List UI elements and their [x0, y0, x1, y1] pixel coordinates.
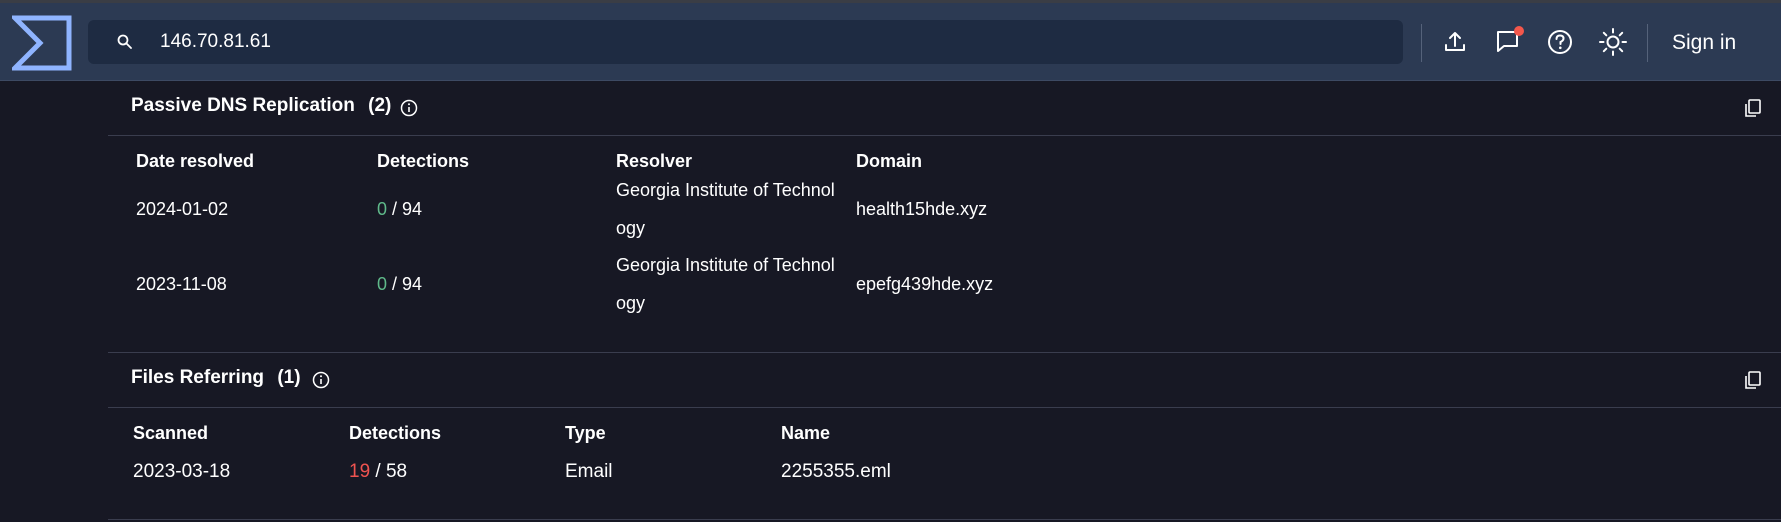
column-header-detections: Detections: [349, 423, 442, 443]
column-header-date-resolved: Date resolved: [136, 151, 255, 171]
section-count: (2): [368, 95, 392, 116]
resolver-cell-line: Georgia Institute of Technol: [616, 255, 835, 275]
section-title: Files Referring (1): [131, 367, 301, 389]
sign-in-button[interactable]: Sign in: [1672, 25, 1736, 61]
notification-dot: [1514, 26, 1524, 36]
section-title: Passive DNS Replication (2): [131, 95, 391, 117]
info-icon[interactable]: [399, 98, 419, 118]
column-header-detections: Detections: [377, 151, 470, 171]
detections-total: / 94: [387, 274, 423, 294]
upload-button[interactable]: [1438, 25, 1472, 59]
help-button[interactable]: [1543, 25, 1577, 59]
files-referring-section: Files Referring (1) Scanned Detections T…: [108, 353, 1781, 519]
section-title-text: Files Referring: [131, 367, 265, 388]
column-header-type: Type: [565, 423, 606, 443]
search-icon[interactable]: [116, 33, 134, 51]
domain-link[interactable]: epefg439hde.xyz: [856, 274, 993, 295]
section-divider: [108, 519, 1781, 520]
section-count: (1): [277, 367, 301, 388]
column-header-name: Name: [781, 423, 831, 443]
column-header-resolver: Resolver: [616, 151, 693, 171]
theme-icon: [1599, 28, 1627, 56]
type-cell: Email: [565, 461, 613, 482]
header-divider: [1647, 24, 1648, 62]
help-icon: [1548, 30, 1572, 54]
section-title-text: Passive DNS Replication: [131, 95, 355, 116]
scanned-cell: 2023-03-18: [133, 461, 231, 482]
detections-total: / 94: [387, 199, 423, 219]
resolver-cell-line: Georgia Institute of Technol: [616, 180, 835, 200]
passive-dns-section: Passive DNS Replication (2) Date resolve…: [108, 81, 1781, 352]
search-bar[interactable]: [88, 20, 1403, 64]
resolver-cell-line: ogy: [616, 293, 646, 313]
resolver-cell-line: ogy: [616, 218, 646, 238]
domain-link[interactable]: health15hde.xyz: [856, 199, 987, 220]
detections-total: / 58: [370, 461, 408, 482]
feedback-button[interactable]: [1491, 25, 1525, 59]
section-header: Files Referring (1): [108, 353, 1781, 408]
header-divider: [1421, 24, 1422, 62]
file-name-link[interactable]: 2255355.eml: [781, 461, 891, 483]
date-resolved-cell: 2023-11-08: [136, 274, 227, 294]
copy-icon[interactable]: [1743, 98, 1763, 118]
detections-cell[interactable]: 0 / 94: [377, 274, 422, 295]
theme-toggle[interactable]: [1596, 25, 1630, 59]
section-header: Passive DNS Replication (2): [108, 81, 1781, 136]
logo-icon[interactable]: [12, 15, 72, 71]
copy-icon[interactable]: [1743, 370, 1763, 390]
upload-icon: [1445, 32, 1465, 51]
column-header-scanned: Scanned: [133, 423, 209, 443]
date-resolved-cell: 2024-01-02: [136, 199, 229, 219]
top-bar: Sign in: [0, 3, 1781, 81]
detections-positive: 0: [377, 274, 388, 294]
column-header-domain: Domain: [856, 151, 923, 171]
detections-positive: 19: [349, 461, 371, 482]
detections-cell[interactable]: 19 / 58: [349, 461, 407, 483]
search-input[interactable]: [160, 20, 1360, 64]
info-icon[interactable]: [311, 370, 331, 390]
detections-positive: 0: [377, 199, 388, 219]
detections-cell[interactable]: 0 / 94: [377, 199, 422, 220]
